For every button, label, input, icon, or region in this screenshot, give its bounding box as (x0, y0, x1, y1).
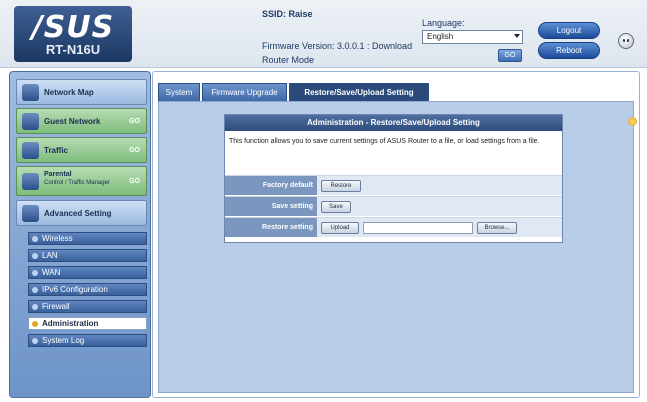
asus-logo: /SUS RT-N16U (14, 6, 132, 62)
sidebar-item-label: Parental (44, 171, 72, 178)
settings-card: Administration - Restore/Save/Upload Set… (224, 114, 563, 243)
sidebar-subitem-label: Firewall (42, 302, 70, 311)
reboot-button[interactable]: Reboot (538, 42, 600, 59)
firmware-version[interactable]: Firmware Version: 3.0.0.1 : Download (262, 41, 412, 52)
help-icon[interactable] (618, 33, 634, 49)
row-factory-default: Factory default Restore (225, 175, 562, 195)
go-label: GO (129, 178, 140, 185)
sidebar-subitem-system-log[interactable]: System Log (28, 334, 147, 347)
sidebar-subitem-label: LAN (42, 251, 58, 260)
language-select[interactable]: English (422, 30, 523, 44)
restore-setting-label: Restore setting (225, 218, 317, 237)
sidebar-subitem-lan[interactable]: LAN (28, 249, 147, 262)
card-title: Administration - Restore/Save/Upload Set… (225, 115, 562, 131)
go-label: GO (129, 147, 140, 154)
go-label: GO (129, 118, 140, 125)
advanced-icon (22, 205, 39, 222)
chevron-down-icon (514, 34, 520, 38)
sidebar: Network Map Guest Network GO Traffic GO … (9, 71, 151, 398)
sidebar-subitem-ipv6[interactable]: IPv6 Configuration (28, 283, 147, 296)
save-button[interactable]: Save (321, 201, 351, 213)
sidebar-subitem-wan[interactable]: WAN (28, 266, 147, 279)
network-map-icon (22, 84, 39, 101)
sidebar-item-traffic[interactable]: Traffic GO (16, 137, 147, 163)
restore-button[interactable]: Restore (321, 180, 361, 192)
tab-firmware-upgrade[interactable]: Firmware Upgrade (202, 83, 287, 102)
model-name: RT-N16U (45, 42, 101, 57)
sidebar-item-label: Advanced Setting (44, 209, 112, 218)
tab-system[interactable]: System (158, 83, 200, 102)
sidebar-subitem-label: System Log (42, 336, 85, 345)
sidebar-subitem-wireless[interactable]: Wireless (28, 232, 147, 245)
upload-button[interactable]: Upload (321, 222, 359, 234)
bullet-icon (32, 338, 38, 344)
sidebar-subitem-administration[interactable]: Administration (28, 317, 147, 330)
row-save-setting: Save setting Save (225, 196, 562, 216)
star-icon[interactable] (628, 117, 637, 126)
bullet-icon (32, 321, 38, 327)
bullet-icon (32, 304, 38, 310)
logo-text: /SUS (31, 10, 115, 45)
tab-restore-save-upload[interactable]: Restore/Save/Upload Setting (289, 83, 429, 103)
bullet-icon (32, 253, 38, 259)
factory-default-label: Factory default (225, 176, 317, 195)
sidebar-item-label: Network Map (44, 88, 94, 97)
operation-mode[interactable]: Router Mode (262, 55, 314, 66)
sidebar-subitem-label: WAN (42, 268, 61, 277)
language-value: English (427, 32, 454, 41)
bullet-icon (32, 236, 38, 242)
browse-button[interactable]: Browse... (477, 222, 517, 234)
main-panel: System Firmware Upgrade Restore/Save/Upl… (152, 71, 640, 398)
go-button[interactable]: GO (498, 49, 522, 62)
sidebar-subitem-label: Wireless (42, 234, 73, 243)
sidebar-subitem-label: IPv6 Configuration (42, 285, 108, 294)
sidebar-subitem-firewall[interactable]: Firewall (28, 300, 147, 313)
parental-icon (22, 173, 39, 190)
sidebar-item-label: Traffic (44, 146, 69, 155)
ssid-label: SSID: Raise (262, 9, 313, 19)
language-label: Language: (422, 18, 465, 28)
sidebar-item-label: Guest Network (44, 117, 101, 126)
traffic-icon (22, 142, 39, 159)
sidebar-item-parental[interactable]: Parental Control / Traffic Manager GO (16, 166, 147, 196)
save-setting-label: Save setting (225, 197, 317, 216)
bullet-icon (32, 287, 38, 293)
row-restore-setting: Restore setting Upload Browse... (225, 217, 562, 237)
bullet-icon (32, 270, 38, 276)
file-path-input[interactable] (363, 222, 473, 234)
logout-button[interactable]: Logout (538, 22, 600, 39)
sidebar-item-sublabel: Control / Traffic Manager (44, 180, 110, 186)
sidebar-item-advanced[interactable]: Advanced Setting (16, 200, 147, 226)
sidebar-item-network-map[interactable]: Network Map (16, 79, 147, 105)
sidebar-item-guest-network[interactable]: Guest Network GO (16, 108, 147, 134)
card-description: This function allows you to save current… (229, 138, 540, 145)
header: /SUS RT-N16U SSID: Raise Firmware Versio… (0, 0, 647, 68)
guest-icon (22, 113, 39, 130)
sidebar-subitem-label: Administration (42, 319, 99, 328)
